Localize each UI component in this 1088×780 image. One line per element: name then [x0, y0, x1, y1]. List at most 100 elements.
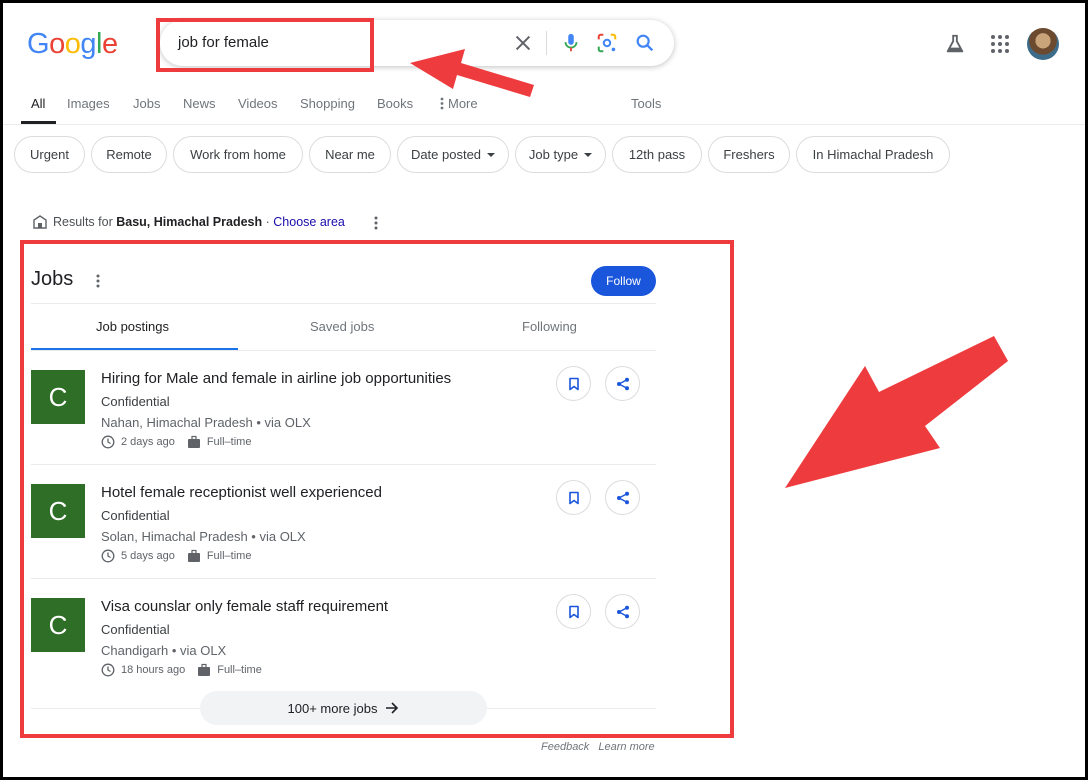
job-posted: 5 days ago [121, 550, 175, 562]
chip-freshers[interactable]: Freshers [708, 136, 790, 173]
tab-following[interactable]: Following [522, 319, 577, 334]
share-icon [616, 605, 629, 618]
chip-remote[interactable]: Remote [91, 136, 167, 173]
google-logo[interactable]: Google [27, 28, 118, 61]
job-title[interactable]: Visa counslar only female staff requirem… [101, 598, 388, 615]
company-logo: C [31, 484, 85, 538]
annotation-arrow-jobs [785, 336, 1008, 488]
tab-tools[interactable]: Tools [631, 96, 661, 111]
building-icon [33, 215, 47, 229]
tab-shopping[interactable]: Shopping [300, 96, 355, 111]
chip-12th-pass[interactable]: 12th pass [612, 136, 702, 173]
location-place: Basu, Himachal Pradesh [116, 215, 263, 229]
company-logo: C [31, 370, 85, 424]
chip-in-himachal-pradesh[interactable]: In Himachal Pradesh [796, 136, 950, 173]
arrow-right-icon [386, 702, 399, 714]
jobs-options-icon[interactable] [94, 271, 102, 291]
job-listing[interactable]: C Hotel female receptionist well experie… [31, 480, 656, 594]
location-options-icon[interactable] [372, 214, 380, 232]
divider [31, 464, 656, 465]
location-line: Results for Basu, Himachal Pradesh · Cho… [33, 215, 345, 229]
job-company: Confidential [101, 394, 170, 409]
share-icon [616, 491, 629, 504]
search-divider [546, 31, 547, 55]
clear-icon[interactable] [512, 32, 534, 54]
job-type: Full–time [206, 550, 252, 562]
job-company: Confidential [101, 508, 170, 523]
briefcase-icon [198, 663, 211, 676]
search-icon[interactable] [634, 32, 656, 54]
dropdown-caret-icon [584, 152, 593, 157]
dropdown-caret-icon [487, 152, 496, 157]
search-box[interactable]: job for female [160, 20, 674, 66]
save-job-button[interactable] [556, 594, 591, 629]
job-posted: 2 days ago [121, 436, 175, 448]
share-job-button[interactable] [605, 366, 640, 401]
chip-job-type[interactable]: Job type [515, 136, 606, 173]
job-meta: 5 days ago Full–time [101, 549, 251, 563]
job-location: Solan, Himachal Pradesh • via OLX [101, 529, 306, 544]
location-prefix: Results for [53, 215, 113, 229]
tab-more[interactable]: More [440, 96, 478, 111]
chip-label: Remote [106, 147, 152, 162]
learn-more-link[interactable]: Learn more [598, 741, 654, 753]
bookmark-icon [568, 605, 579, 618]
tab-videos[interactable]: Videos [238, 96, 278, 111]
labs-flask-icon[interactable] [944, 33, 966, 55]
jobs-heading: Jobs [31, 268, 74, 290]
clock-icon [101, 663, 115, 677]
job-meta: 18 hours ago Full–time [101, 663, 262, 677]
clock-icon [101, 435, 115, 449]
job-type: Full–time [206, 436, 252, 448]
job-meta: 2 days ago Full–time [101, 435, 251, 449]
save-job-button[interactable] [556, 366, 591, 401]
search-input[interactable]: job for female [178, 34, 269, 51]
chip-date-posted[interactable]: Date posted [397, 136, 509, 173]
chip-label: Near me [325, 147, 375, 162]
tab-books[interactable]: Books [377, 96, 413, 111]
tab-saved-jobs[interactable]: Saved jobs [310, 319, 374, 334]
bookmark-icon [568, 377, 579, 390]
share-job-button[interactable] [605, 480, 640, 515]
bookmark-icon [568, 491, 579, 504]
account-avatar[interactable] [1027, 28, 1059, 60]
job-location: Chandigarh • via OLX [101, 643, 227, 658]
search-tabs: All Images Jobs News Videos Shopping Boo… [0, 92, 1088, 125]
feedback-link[interactable]: Feedback [541, 741, 589, 753]
chip-label: Job type [528, 147, 579, 162]
choose-area-link[interactable]: Choose area [273, 215, 345, 229]
chip-label: Work from home [190, 147, 286, 162]
tab-job-postings[interactable]: Job postings [96, 319, 169, 334]
job-title[interactable]: Hiring for Male and female in airline jo… [101, 370, 451, 387]
save-job-button[interactable] [556, 480, 591, 515]
share-job-button[interactable] [605, 594, 640, 629]
chip-urgent[interactable]: Urgent [14, 136, 85, 173]
chip-label: 12th pass [628, 147, 686, 162]
tab-jobs[interactable]: Jobs [133, 96, 160, 111]
chip-label: Date posted [410, 147, 482, 162]
chip-label: Freshers [723, 147, 775, 162]
more-jobs-button[interactable]: 100+ more jobs [200, 691, 487, 725]
footer-links: Feedback Learn more [541, 741, 661, 753]
follow-button[interactable]: Follow [591, 266, 656, 296]
job-posted: 18 hours ago [121, 664, 186, 676]
tab-images[interactable]: Images [67, 96, 110, 111]
chip-label: Urgent [29, 147, 70, 162]
divider [31, 350, 656, 351]
apps-grid-icon[interactable] [990, 34, 1010, 54]
briefcase-icon [187, 549, 200, 562]
microphone-icon[interactable] [560, 31, 582, 55]
divider [31, 303, 656, 304]
tab-news[interactable]: News [183, 96, 216, 111]
google-lens-icon[interactable] [596, 32, 618, 54]
chip-work-from-home[interactable]: Work from home [173, 136, 303, 173]
job-listing[interactable]: C Hiring for Male and female in airline … [31, 366, 656, 480]
chip-near-me[interactable]: Near me [309, 136, 391, 173]
job-type: Full–time [217, 664, 262, 676]
divider [31, 578, 656, 579]
job-company: Confidential [101, 622, 170, 637]
share-icon [616, 377, 629, 390]
active-tab-indicator [21, 121, 56, 124]
job-title[interactable]: Hotel female receptionist well experienc… [101, 484, 382, 501]
tab-all[interactable]: All [31, 96, 45, 111]
